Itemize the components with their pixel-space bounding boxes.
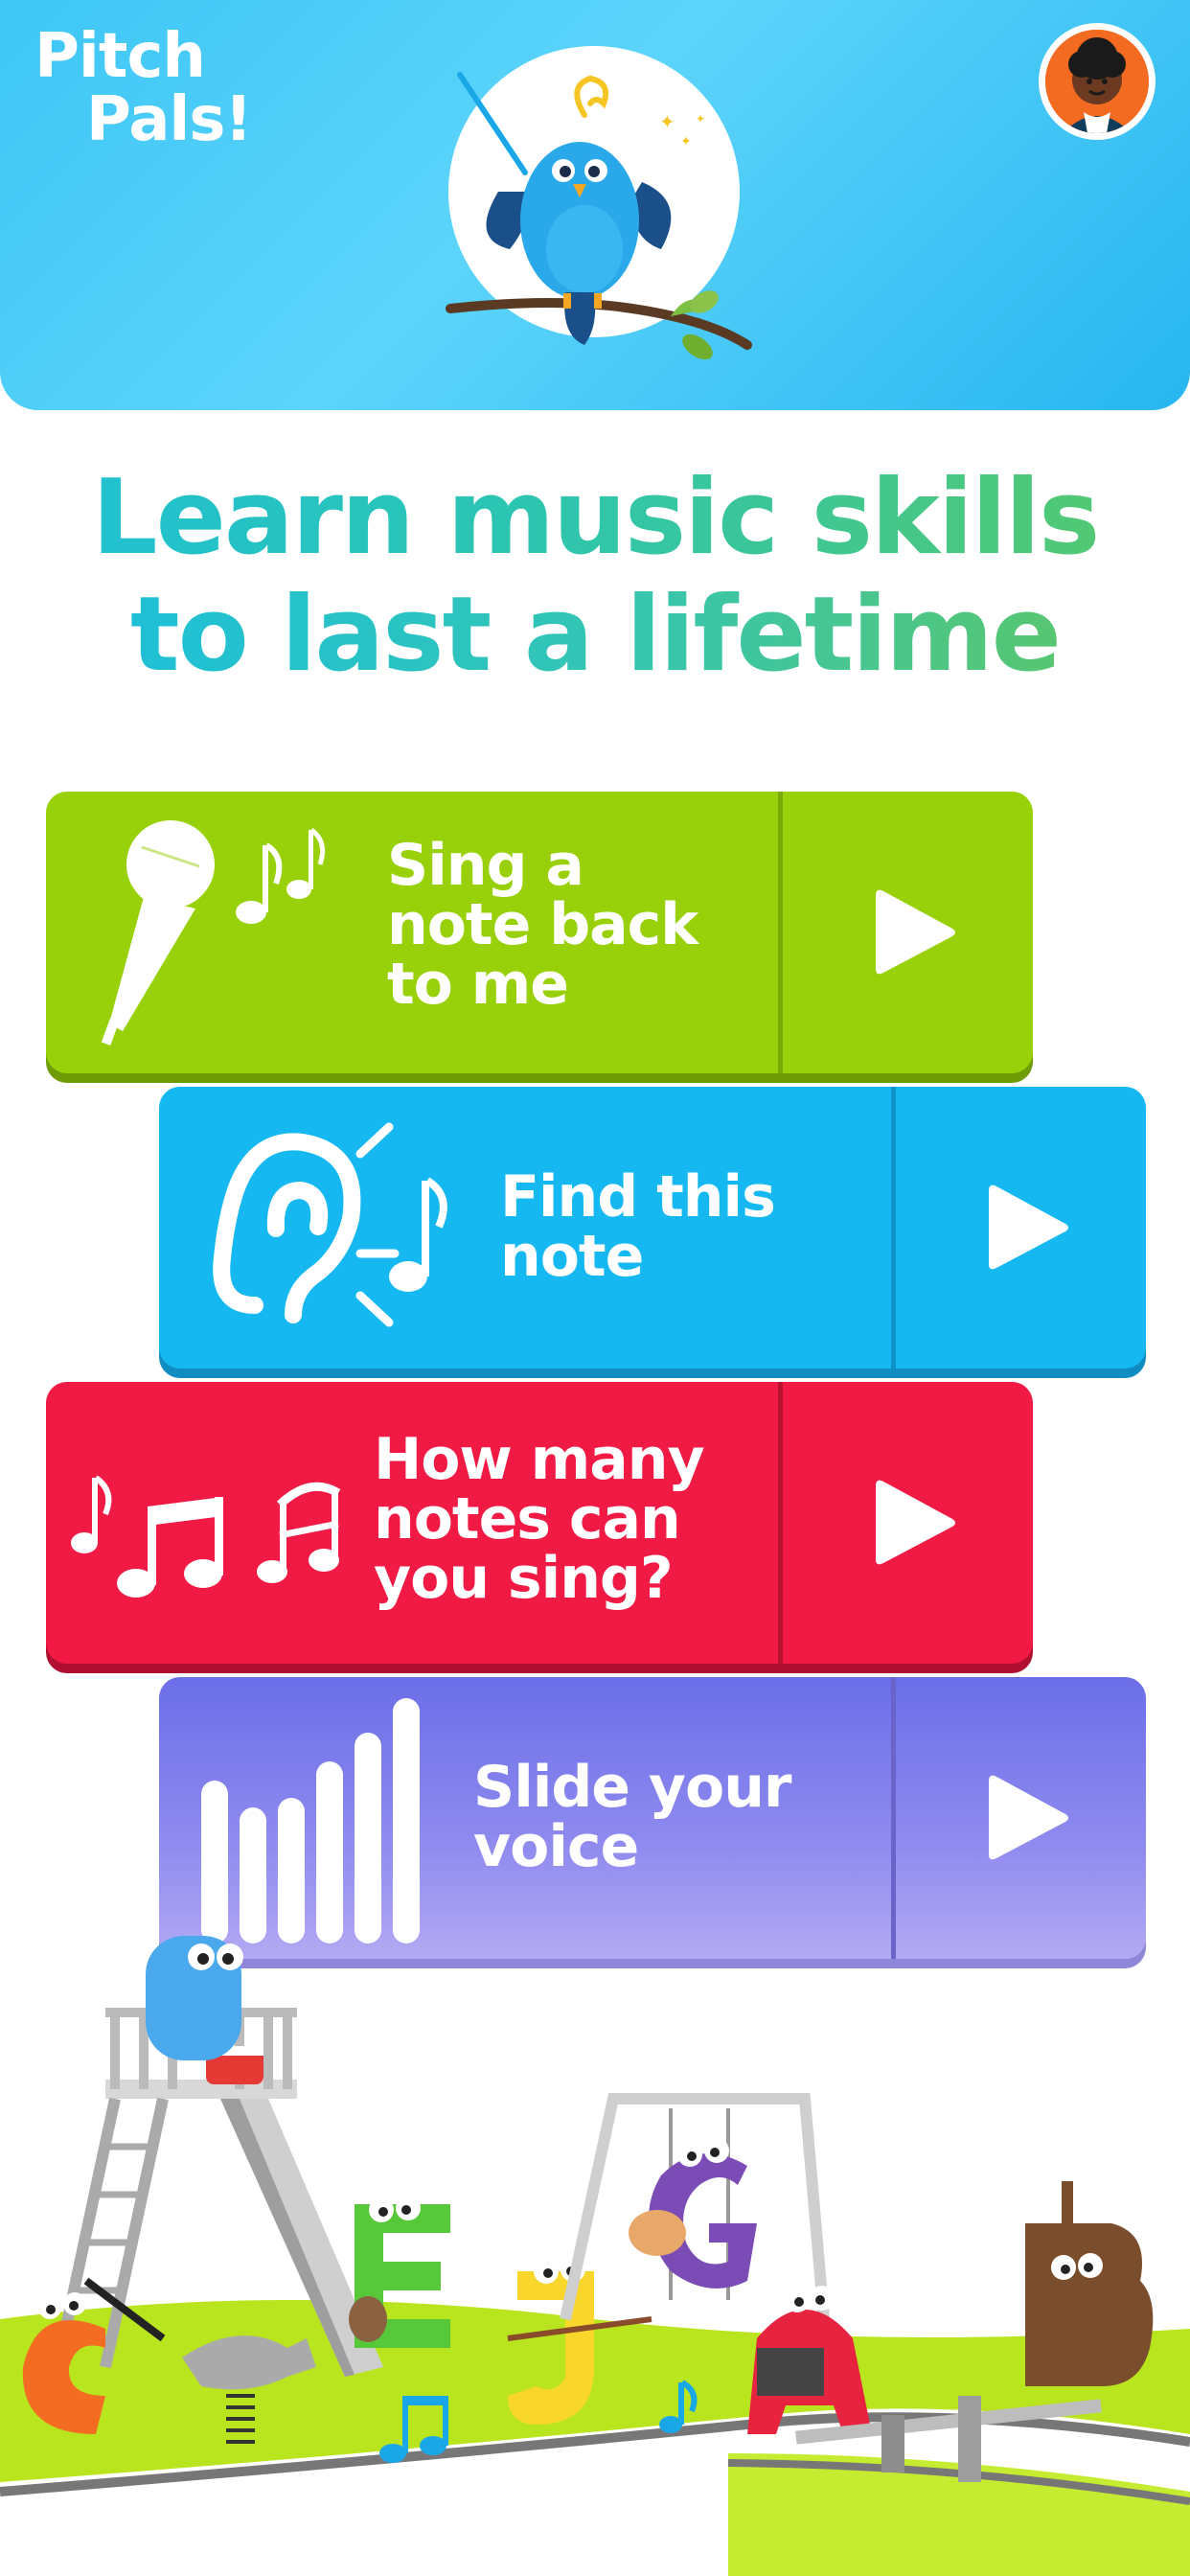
svg-text:✦: ✦	[680, 134, 692, 150]
page-headline: Learn music skills to last a lifetime	[0, 460, 1190, 694]
play-icon[interactable]	[985, 1770, 1071, 1866]
activity-card-find-note[interactable]: Find this note	[159, 1087, 1146, 1368]
play-icon[interactable]	[872, 1475, 958, 1571]
play-icon[interactable]	[872, 885, 958, 980]
activity-card-sing-note-back[interactable]: Sing a note back to me	[46, 792, 1033, 1073]
activity-label: Sing a note back to me	[387, 832, 698, 1018]
avatar-face	[1045, 30, 1149, 133]
activity-label: Find this note	[500, 1163, 776, 1290]
letter-character-g	[629, 2138, 757, 2288]
logo-line-2: Pals!	[86, 84, 253, 155]
ear-icon	[213, 1122, 447, 1327]
bird-mascot-icon: ✦ ✦ ✦	[446, 72, 752, 360]
letter-character-e	[349, 2196, 450, 2348]
activity-label: How many notes can you sing?	[374, 1426, 705, 1612]
svg-text:✦: ✦	[659, 110, 675, 133]
profile-avatar[interactable]	[1039, 23, 1156, 140]
playground-illustration	[0, 1936, 1190, 2576]
headline-line-1: Learn music skills	[0, 460, 1190, 577]
logo-line-1: Pitch	[34, 21, 206, 92]
headline-line-2: to last a lifetime	[0, 577, 1190, 694]
header: Pitch Pals! ✦ ✦ ✦	[0, 0, 1190, 410]
svg-text:✦: ✦	[696, 112, 705, 126]
app-logo: Pitch Pals!	[34, 25, 255, 151]
microphone-icon	[101, 820, 325, 1046]
card-divider	[778, 1382, 783, 1664]
activity-card-how-many-notes[interactable]: How many notes can you sing?	[46, 1382, 1033, 1664]
letter-character-q	[146, 1936, 243, 2060]
card-divider	[891, 1087, 896, 1368]
play-icon[interactable]	[985, 1180, 1071, 1276]
letter-character-b	[1025, 2181, 1154, 2386]
activity-label: Slide your voice	[473, 1754, 792, 1880]
swing-set	[560, 2093, 830, 2321]
child-avatar-icon	[1045, 30, 1149, 133]
volume-bars-icon	[201, 1698, 420, 1944]
music-notes-icon	[71, 1475, 341, 1598]
card-divider	[778, 792, 783, 1073]
